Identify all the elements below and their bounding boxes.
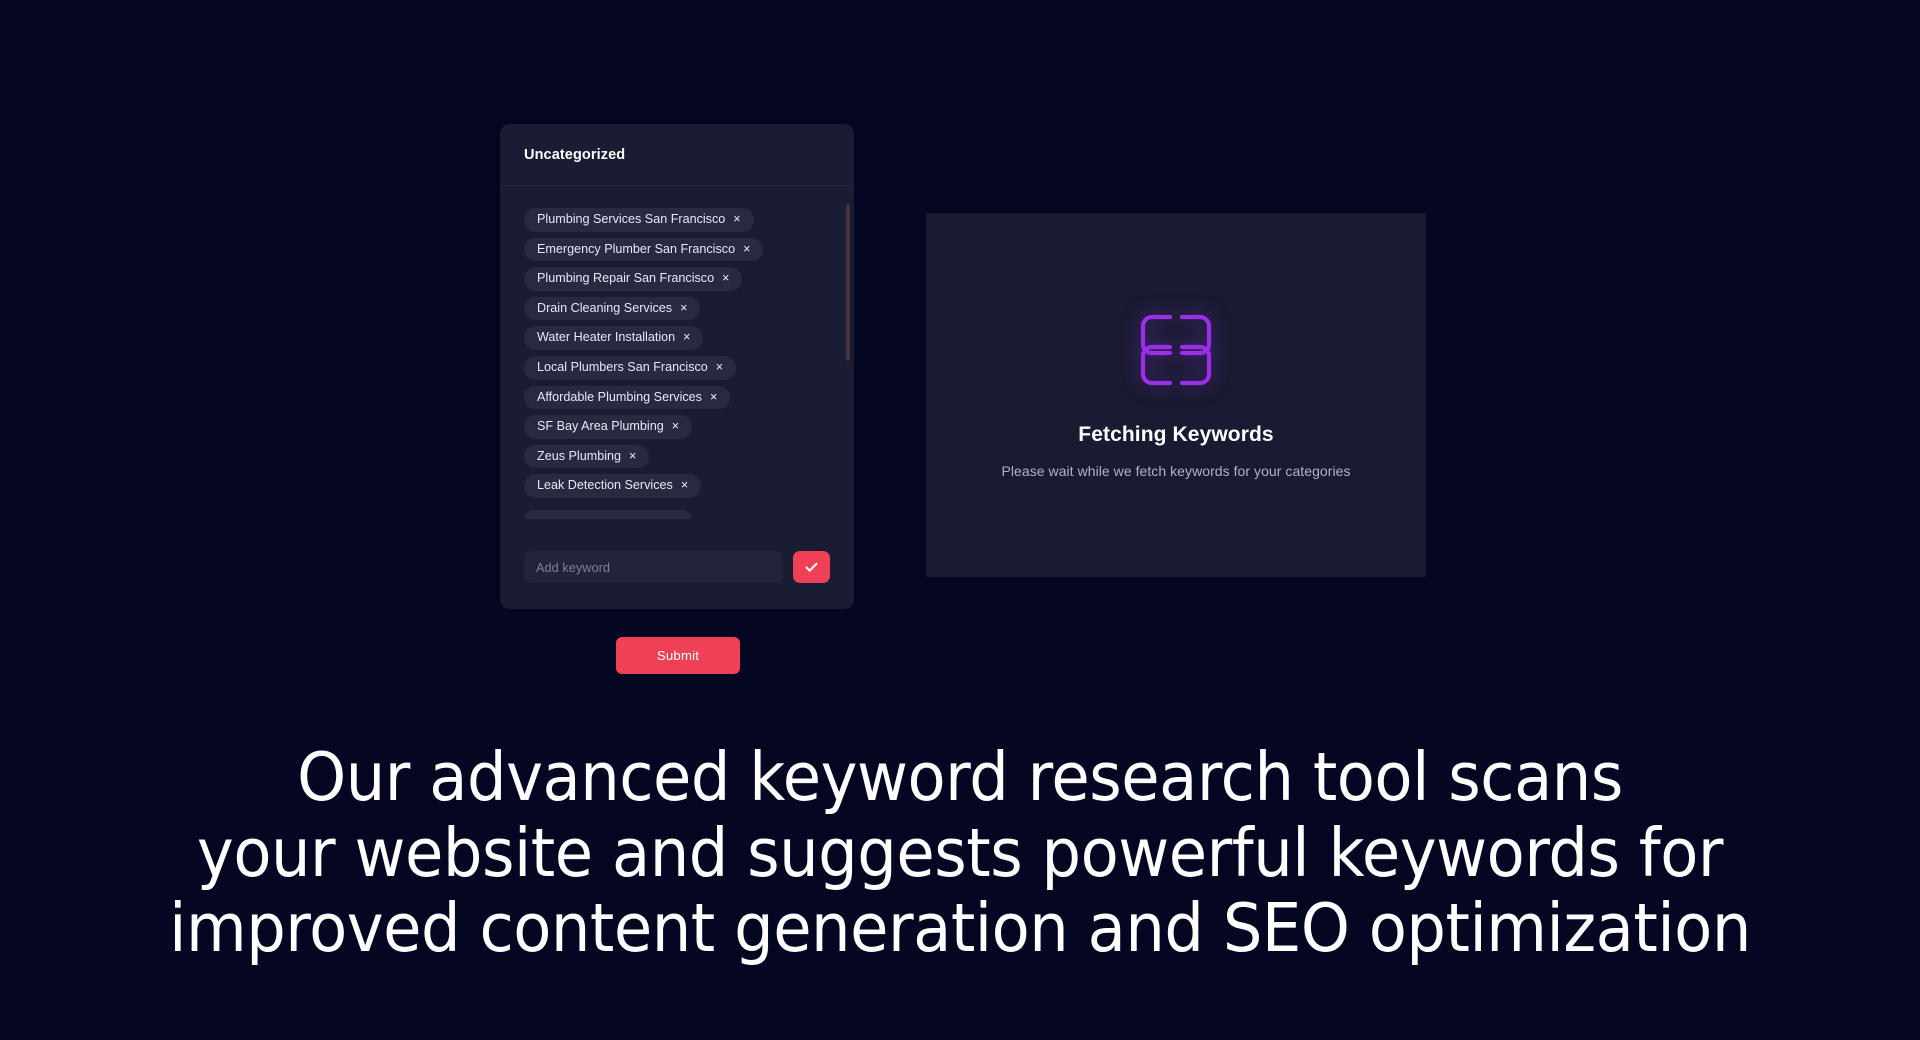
keyword-chip[interactable]: Zeus Plumbing × (524, 444, 650, 469)
submit-button[interactable]: Submit (616, 637, 740, 674)
category-title: Uncategorized (524, 146, 626, 163)
add-keyword-input[interactable] (524, 551, 783, 583)
fetching-title: Fetching Keywords (1078, 423, 1274, 446)
keyword-category-card: Uncategorized Plumbing Services San Fran… (500, 124, 854, 609)
check-icon (804, 560, 819, 575)
keyword-chip[interactable]: SF Bay Area Plumbing × (524, 415, 693, 439)
remove-keyword-icon[interactable]: × (722, 272, 729, 285)
confirm-add-keyword-button[interactable] (793, 551, 830, 583)
keyword-chip-label: SF Bay Area Plumbing (537, 419, 664, 434)
headline-line-2: your website and suggests powerful keywo… (196, 813, 1724, 892)
keyword-chip[interactable]: Affordable Plumbing Services × (524, 385, 731, 410)
keyword-chip-label: Drain Cleaning Services (537, 300, 673, 315)
keyword-chip-label: Leak Detection Services (537, 478, 673, 493)
remove-keyword-icon[interactable]: × (629, 450, 636, 463)
marketing-headline: Our advanced keyword research tool scans… (67, 738, 1853, 968)
headline-line-1: Our advanced keyword research tool scans (297, 738, 1623, 816)
keyword-chip-label: Affordable Plumbing Services (537, 389, 702, 404)
keyword-chip[interactable]: Drain Cleaning Services × (524, 296, 701, 321)
add-keyword-row (500, 537, 854, 609)
keyword-chip-scroll-area[interactable]: Plumbing Services San Francisco × Emerge… (500, 186, 854, 537)
keyword-chip-partially-hidden[interactable] (524, 509, 692, 519)
remove-keyword-icon[interactable]: × (683, 331, 690, 344)
remove-keyword-icon[interactable]: × (672, 420, 679, 433)
keyword-chip[interactable]: Plumbing Repair San Francisco × (524, 267, 743, 291)
remove-keyword-icon[interactable]: × (733, 213, 740, 226)
keyword-chip-label: Zeus Plumbing (537, 448, 621, 463)
keyword-chip[interactable]: Leak Detection Services × (524, 474, 702, 498)
keyword-chip[interactable]: Plumbing Services San Francisco × (524, 208, 754, 232)
fetching-subtitle: Please wait while we fetch keywords for … (1001, 463, 1351, 479)
remove-keyword-icon[interactable]: × (743, 243, 750, 256)
four-squares-loader-icon (1137, 311, 1215, 389)
keyword-chip[interactable]: Local Plumbers San Francisco × (524, 355, 737, 380)
headline-line-3: improved content generation and SEO opti… (169, 889, 1751, 968)
keyword-chip-label: Local Plumbers San Francisco (537, 359, 708, 374)
keyword-chip[interactable]: Emergency Plumber San Francisco × (524, 237, 764, 262)
keyword-card-header: Uncategorized (500, 124, 854, 186)
keyword-list-scrollbar-thumb[interactable] (846, 204, 850, 361)
fetching-keywords-panel: Fetching Keywords Please wait while we f… (926, 213, 1426, 577)
remove-keyword-icon[interactable]: × (716, 361, 723, 374)
remove-keyword-icon[interactable]: × (710, 391, 717, 404)
keyword-chip-list: Plumbing Services San Francisco × Emerge… (524, 208, 830, 519)
keyword-chip-label: Emergency Plumber San Francisco (537, 241, 736, 256)
keyword-chip-label: Water Heater Installation (537, 330, 676, 345)
remove-keyword-icon[interactable]: × (681, 479, 688, 492)
keyword-list-scrollbar[interactable] (846, 204, 850, 527)
keyword-chip-label: Plumbing Repair San Francisco (537, 271, 715, 286)
keyword-chip[interactable]: Water Heater Installation × (524, 326, 704, 350)
keyword-chip-label: Plumbing Services San Francisco (537, 212, 726, 226)
remove-keyword-icon[interactable]: × (680, 302, 687, 315)
